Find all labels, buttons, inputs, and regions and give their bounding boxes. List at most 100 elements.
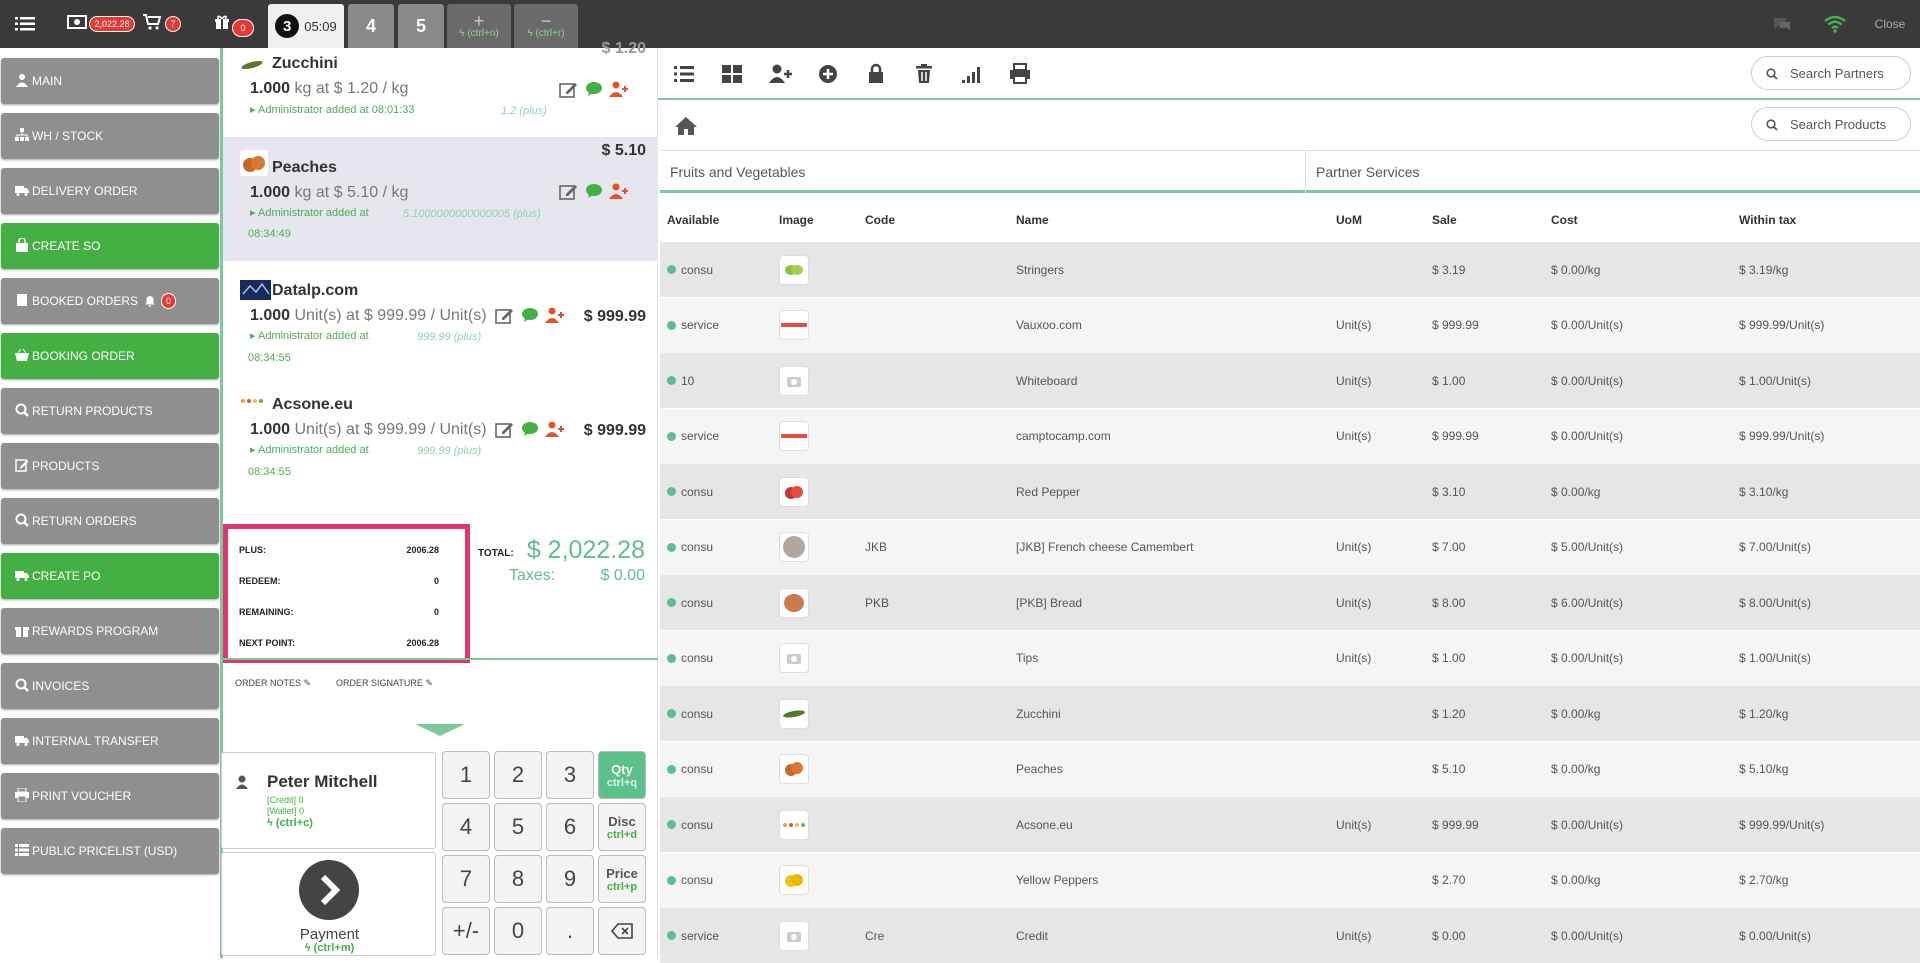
edit-icon[interactable] [495,307,515,325]
close-button[interactable]: Close [1870,0,1910,48]
sidebar-item-print-voucher[interactable]: PRINT VOUCHER [1,773,219,819]
table-row[interactable]: 10 Whiteboard Unit(s) $ 1.00 $ 0.00/Unit(s) $… [660,353,1920,408]
column-header[interactable]: Image [779,213,814,227]
sidebar-item-wh-stock[interactable]: WH / STOCK [1,113,219,159]
home-icon[interactable] [674,116,698,136]
column-header[interactable]: Available [667,213,719,227]
table-row[interactable]: consu Yellow Peppers $ 2.70 $ 0.00/kg $ 2.70… [660,852,1920,908]
edit-icon[interactable] [559,81,579,99]
menu-icon[interactable] [10,0,40,48]
search-products-input[interactable]: Search Products [1751,107,1911,141]
remove-order-button[interactable]: − ϟ (ctrl+r) [514,4,578,48]
sidebar-item-booking-order[interactable]: BOOKING ORDER [1,333,219,379]
active-order-tab[interactable]: 3 05:09 [268,4,344,48]
cost-cell: $ 0.00/kg [1551,262,1601,277]
table-row[interactable]: consu Acsone.eu Unit(s) $ 999.99 $ 0.00/Unit… [660,797,1920,852]
trash-icon[interactable] [912,62,936,86]
order-signature-button[interactable]: ORDER SIGNATURE ✎ [336,678,433,689]
key-5[interactable]: 5 [494,803,542,851]
edit-icon[interactable] [559,183,579,201]
gift-button[interactable]: 0 [210,0,258,48]
order-tab-4[interactable]: 4 [348,4,394,48]
key-3[interactable]: 3 [546,751,594,799]
sidebar-item-return-products[interactable]: RETURN PRODUCTS [1,388,219,434]
user-plus-icon[interactable] [545,307,565,323]
comment-icon[interactable] [585,81,603,97]
lock-icon[interactable] [864,62,888,86]
order-line[interactable]: Acsone.eu 1.000 Unit(s) at $ 999.99 / Un… [223,388,658,514]
key-4[interactable]: 4 [442,803,490,851]
sidebar-item-invoices[interactable]: INVOICES [1,663,219,709]
add-circle-icon[interactable] [816,62,840,86]
category-fruits-vegetables[interactable]: Fruits and Vegetables [660,151,1306,193]
sidebar-item-products[interactable]: PRODUCTS [1,443,219,489]
customer-card[interactable]: Peter Mitchell [Credit] 0 [Wallet] 0 ϟ (… [221,752,436,849]
column-header[interactable]: Within tax [1739,213,1796,227]
column-header[interactable]: UoM [1336,213,1362,227]
add-partner-icon[interactable] [768,62,792,86]
sidebar-item-rewards-program[interactable]: REWARDS PROGRAM [1,608,219,654]
disc-button[interactable]: Disc ctrl+d [598,803,646,851]
order-tab-5[interactable]: 5 [398,4,444,48]
key-1[interactable]: 1 [442,751,490,799]
search-partners-input[interactable]: Search Partners [1751,56,1911,90]
column-header[interactable]: Sale [1432,213,1457,227]
order-line-selected[interactable]: $ 5.10 Peaches 1.000 kg at $ 5.10 / kg ▸… [223,137,658,261]
add-order-button[interactable]: + ϟ (ctrl+n) [447,4,511,48]
key-9[interactable]: 9 [546,855,594,903]
grid-view-icon[interactable] [720,62,744,86]
comment-icon[interactable] [521,307,539,323]
key-2[interactable]: 2 [494,751,542,799]
column-header[interactable]: Name [1016,213,1049,227]
sidebar-item-internal-transfer[interactable]: INTERNAL TRANSFER [1,718,219,764]
collapse-arrow-icon[interactable] [415,724,465,738]
sidebar-item-return-orders[interactable]: RETURN ORDERS [1,498,219,544]
user-plus-icon[interactable] [609,81,629,97]
table-row[interactable]: consu Peaches $ 5.10 $ 0.00/kg $ 5.10/kg [660,741,1920,797]
cash-button[interactable]: 2,022.28 [64,0,138,48]
column-header[interactable]: Code [865,213,895,227]
sidebar-item-booked-orders[interactable]: BOOKED ORDERS 0 [1,278,219,324]
payment-button[interactable]: Payment ϟ (ctrl+m) [221,852,436,956]
cart-button[interactable]: 7 [140,0,184,48]
table-row[interactable]: consu Red Pepper $ 3.10 $ 0.00/kg $ 3.10/kg [660,464,1920,519]
table-row[interactable]: service Cre Credit Unit(s) $ 0.00 $ 0.00/Unit… [660,908,1920,963]
order-notes-button[interactable]: ORDER NOTES ✎ [235,678,311,689]
sidebar-item-public-pricelist[interactable]: PUBLIC PRICELIST (USD) [1,828,219,874]
price-button[interactable]: Price ctrl+p [598,855,646,903]
user-plus-icon[interactable] [609,183,629,199]
table-row[interactable]: service camptocamp.com Unit(s) $ 999.99 $ 0.… [660,408,1920,464]
sidebar-item-create-so[interactable]: CREATE SO [1,223,219,269]
sidebar-item-create-po[interactable]: CREATE PO [1,553,219,599]
print-icon[interactable] [1008,62,1032,86]
user-plus-icon[interactable] [545,421,565,437]
table-row[interactable]: consu JKB [JKB] French cheese Camembert Uni… [660,519,1920,575]
backspace-button[interactable] [598,907,646,955]
comment-icon[interactable] [521,421,539,437]
table-row[interactable]: consu Tips Unit(s) $ 1.00 $ 0.00/Unit(s) $ 1.… [660,630,1920,686]
sidebar-item-main[interactable]: MAIN [1,58,219,104]
key-0[interactable]: 0 [494,907,542,955]
order-line[interactable]: Datalp.com 1.000 Unit(s) at $ 999.99 / U… [223,262,658,388]
edit-icon[interactable] [495,421,515,439]
list-view-icon[interactable] [672,62,696,86]
category-partner-services[interactable]: Partner Services [1306,151,1920,193]
table-row[interactable]: consu Stringers $ 3.19 $ 0.00/kg $ 3.19/kg [660,242,1920,297]
comment-icon[interactable] [585,183,603,199]
table-row[interactable]: service Vauxoo.com Unit(s) $ 999.99 $ 0.00/U… [660,297,1920,353]
available-cell: service [667,409,719,464]
chat-icon[interactable] [1770,0,1794,48]
qty-button[interactable]: Qty ctrl+q [598,751,646,799]
table-row[interactable]: consu PKB [PKB] Bread Unit(s) $ 8.00 $ 6.00/U… [660,575,1920,630]
sidebar-item-delivery-order[interactable]: DELIVERY ORDER [1,168,219,214]
column-header[interactable]: Cost [1551,213,1578,227]
order-line[interactable]: $ 1.20 Zucchini 1.000 kg at $ 1.20 / kg … [223,40,658,136]
signal-icon[interactable] [960,62,984,86]
key-dot[interactable]: . [546,907,594,955]
key-8[interactable]: 8 [494,855,542,903]
key-plus-minus[interactable]: +/- [442,907,490,955]
table-row[interactable]: consu Zucchini $ 1.20 $ 0.00/kg $ 1.20/kg [660,686,1920,741]
key-7[interactable]: 7 [442,855,490,903]
available-dot-icon [667,542,676,552]
key-6[interactable]: 6 [546,803,594,851]
